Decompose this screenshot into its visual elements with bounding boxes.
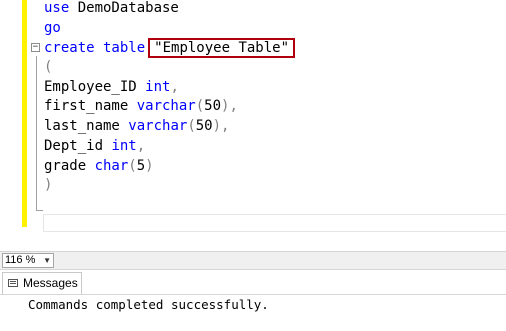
tab-messages[interactable]: Messages [2,272,82,294]
chevron-down-icon: ▼ [43,256,51,265]
code-token: first_name [44,98,137,115]
code-token: ), [221,98,238,115]
tab-messages-label: Messages [23,276,78,290]
code-token: , [170,78,179,95]
code-token: ) [145,157,154,174]
zoom-dropdown[interactable]: 116 % ▼ [2,253,54,268]
code-token: use [44,0,78,16]
messages-icon [8,279,18,287]
code-line[interactable]: last_name varchar(50), [44,117,295,137]
result-message: Commands completed successfully. [28,297,269,312]
code-token: 5 [136,157,146,174]
code-line[interactable]: Employee_ID int, [44,78,295,98]
code-area[interactable]: use DemoDatabase go create table "Employee … [44,0,296,196]
current-line-indicator [43,214,506,232]
code-token: varchar [136,98,196,115]
code-token: varchar [128,118,188,135]
code-token: Dept_id [44,137,112,154]
code-line[interactable]: ( [44,58,295,78]
code-line[interactable]: use DemoDatabase [44,0,295,19]
editor-status-bar: 116 % ▼ [0,251,506,269]
code-token: ( [195,98,205,115]
code-token: go [44,19,61,36]
code-line[interactable]: ) [44,176,295,196]
code-token: ) [44,177,53,194]
code-token: 50 [195,118,213,135]
code-token: ( [128,157,137,174]
change-tracking-bar [22,0,27,227]
code-token: grade [44,157,95,174]
code-line[interactable]: grade char(5) [44,157,295,177]
code-line[interactable]: go [44,19,295,39]
code-token: char [94,157,129,174]
code-token: create table [44,40,146,57]
collapse-icon[interactable]: − [31,43,40,52]
zoom-value: 116 % [5,254,36,266]
code-token: ( [187,118,196,135]
tab-divider [0,294,506,295]
code-token: ), [212,118,230,135]
highlighted-table-name: "Employee Table" [148,38,296,59]
code-token: int [111,137,137,154]
code-line[interactable]: create table "Employee Table" [44,38,296,59]
code-token: int [145,78,171,95]
code-token: DemoDatabase [77,0,179,16]
code-token: last_name [44,118,129,135]
code-token: ( [44,59,53,76]
fold-guide-end [36,210,43,211]
results-pane: Messages Commands completed successfully… [0,269,506,331]
code-token: 50 [204,98,222,115]
query-editor[interactable]: − use DemoDatabase go create table "Employe… [0,0,506,247]
code-token: , [136,137,146,154]
code-line[interactable]: first_name varchar(50), [44,97,295,117]
fold-guide-line [36,56,37,211]
code-line[interactable]: Dept_id int, [44,137,295,157]
code-token: Employee_ID [44,78,146,95]
